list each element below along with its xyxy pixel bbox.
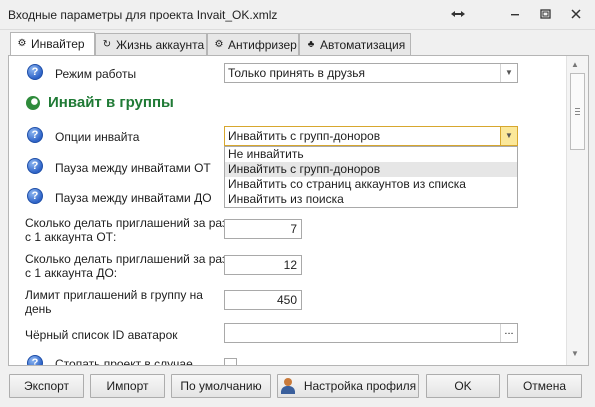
blacklist-label: Чёрный список ID аватарок [25,328,178,342]
settings-panel: ? Режим работы Только принять в друзья ▼… [8,55,589,366]
scrollbar-thumb[interactable] [570,73,585,150]
title-bar: Входные параметры для проекта Invait_OK.… [0,0,595,30]
settings-content: ? Режим работы Только принять в друзья ▼… [9,56,565,365]
tab-bar: ⚙ Инвайтер ↻ Жизнь аккаунта ⚙ Антифризер… [8,32,588,55]
cancel-button[interactable]: Отмена [507,374,582,398]
invite-options-select[interactable]: Инвайтить с групп-доноров ▼ [224,126,518,146]
chevron-down-icon[interactable]: ▼ [500,127,517,145]
scroll-up-icon[interactable]: ▲ [571,60,579,69]
export-button[interactable]: Экспорт [9,374,84,398]
help-icon[interactable]: ? [27,158,43,174]
group-limit-input[interactable]: 450 [224,290,302,310]
profile-settings-button[interactable]: Настройка профиля [277,374,419,398]
minimize-icon[interactable] [504,3,526,25]
tab-label: Жизнь аккаунта [116,37,205,52]
gear-icon: ⚙ [214,38,224,50]
label-line: Лимит приглашений в группу на [25,288,203,302]
tab-label: Автоматизация [320,37,406,52]
tab-inviter[interactable]: ⚙ Инвайтер [10,32,95,55]
label-line: Сколько делать приглашений за раз [25,216,228,230]
browse-button[interactable]: ... [500,324,517,342]
invites-to-label: Сколько делать приглашений за раз с 1 ак… [25,252,227,280]
help-icon[interactable]: ? [27,64,43,80]
dropdown-option[interactable]: Инвайтить с групп-доноров [225,162,517,177]
section-title: Инвайт в группы [26,94,174,111]
chevron-down-icon[interactable]: ▼ [500,64,517,82]
pause-to-label: Пауза между инвайтами ДО [55,191,212,205]
mode-select[interactable]: Только принять в друзья ▼ [224,63,518,83]
mode-value: Только принять в друзья [228,66,366,80]
section-icon [26,95,40,110]
invites-from-input[interactable]: 7 [224,219,302,239]
resize-arrows-icon[interactable] [447,3,469,25]
defaults-button[interactable]: По умолчанию [171,374,271,398]
import-button[interactable]: Импорт [90,374,165,398]
close-icon[interactable] [565,3,587,25]
dropdown-option[interactable]: Инвайтить со страниц аккаунтов из списка [225,177,517,192]
tab-automation[interactable]: ♣ Автоматизация [299,33,411,55]
label-line: день [25,302,52,316]
refresh-icon: ↻ [102,38,112,50]
mode-label: Режим работы [55,67,137,81]
dropdown-option[interactable]: Не инвайтить [225,147,517,162]
tab-label: Инвайтер [31,37,85,51]
help-icon[interactable]: ? [27,355,43,365]
gear-icon: ⚙ [17,38,27,49]
help-icon[interactable]: ? [27,188,43,204]
footer-bar: Экспорт Импорт По умолчанию Настройка пр… [0,370,595,407]
section-title-text: Инвайт в группы [48,94,174,111]
dropdown-option[interactable]: Инвайтить из поиска [225,192,517,207]
group-limit-label: Лимит приглашений в группу на день [25,288,203,316]
hierarchy-icon: ♣ [307,38,315,50]
label-line: Сколько делать приглашений за раз [25,252,228,266]
profile-settings-label: Настройка профиля [303,379,417,393]
tab-antifreezer[interactable]: ⚙ Антифризер [207,33,299,55]
maximize-icon[interactable] [534,3,556,25]
ok-button[interactable]: OK [426,374,500,398]
invites-from-label: Сколько делать приглашений за раз с 1 ак… [25,216,227,244]
scroll-down-icon[interactable]: ▼ [571,349,579,358]
stop-project-label: Стопать проект в случае [55,357,193,365]
window-title: Входные параметры для проекта Invait_OK.… [8,8,278,22]
pause-from-label: Пауза между инвайтами ОТ [55,161,211,175]
help-icon[interactable]: ? [27,127,43,143]
invite-options-value: Инвайтить с групп-доноров [228,129,381,143]
label-line: с 1 аккаунта ДО: [25,266,118,280]
vertical-scrollbar[interactable]: ▲ ▼ [566,56,588,365]
invite-options-dropdown: Не инвайтить Инвайтить с групп-доноров И… [224,146,518,208]
user-profile-icon [280,378,296,394]
tab-account-life[interactable]: ↻ Жизнь аккаунта [95,33,207,55]
tab-label: Антифризер [228,37,297,52]
stop-project-checkbox[interactable] [224,358,237,365]
label-line: с 1 аккаунта ОТ: [25,230,117,244]
invite-options-label: Опции инвайта [55,130,140,144]
invites-to-input[interactable]: 12 [224,255,302,275]
blacklist-input[interactable]: ... [224,323,518,343]
